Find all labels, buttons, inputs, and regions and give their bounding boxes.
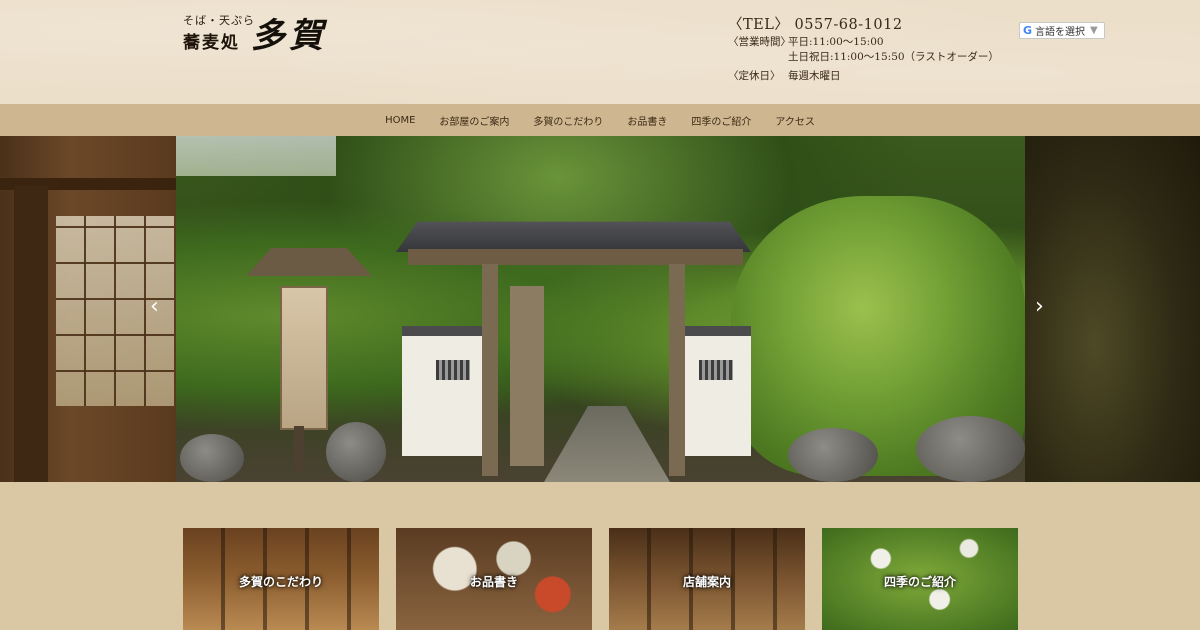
- card-commitment[interactable]: 多賀のこだわり: [183, 528, 379, 630]
- business-hours-weekday: 平日:11:00〜15:00: [788, 36, 884, 48]
- closed-day-value: 毎週木曜日: [788, 70, 841, 82]
- card-label: 四季のご紹介: [883, 574, 956, 589]
- site-header: そば・天ぷら 蕎麦処 多賀 〈TEL〉 0557-68-1012 〈営業時間〉 …: [0, 0, 1200, 104]
- slider-prev-arrow-icon[interactable]: ‹: [150, 296, 159, 318]
- logo-name: 多賀: [251, 16, 327, 56]
- nav-item-access[interactable]: アクセス: [763, 113, 827, 128]
- card-seasons[interactable]: 四季のご紹介: [822, 528, 1018, 630]
- hero-slider: ‹ ›: [0, 136, 1200, 482]
- card-label: 店舗案内: [682, 574, 731, 589]
- slide-image-gate: [176, 136, 1025, 482]
- card-label: お品書き: [469, 574, 518, 589]
- nav-item-seasons[interactable]: 四季のご紹介: [679, 113, 763, 128]
- card-label: 多賀のこだわり: [238, 574, 323, 589]
- next-slide-preview: [1025, 136, 1200, 482]
- main-navigation: HOME お部屋のご案内 多賀のこだわり お品書き 四季のご紹介 アクセス: [0, 104, 1200, 136]
- nav-item-commitment[interactable]: 多賀のこだわり: [521, 113, 615, 128]
- business-hours-label: 〈営業時間〉: [728, 36, 791, 48]
- telephone-number[interactable]: 〈TEL〉 0557-68-1012: [728, 18, 999, 33]
- nav-item-menu[interactable]: お品書き: [615, 113, 679, 128]
- dropdown-arrow-icon: ▼: [1090, 25, 1098, 36]
- feature-cards: 多賀のこだわり お品書き 店舗案内 四季のご紹介: [0, 482, 1200, 630]
- nav-item-rooms[interactable]: お部屋のご案内: [427, 113, 521, 128]
- card-store-info[interactable]: 店舗案内: [609, 528, 805, 630]
- business-hours-row: 〈営業時間〉 平日:11:00〜15:00: [728, 35, 999, 50]
- language-select-label: 言語を選択: [1035, 27, 1086, 38]
- google-icon: G: [1023, 24, 1033, 37]
- contact-info: 〈TEL〉 0557-68-1012 〈営業時間〉 平日:11:00〜15:00…: [728, 18, 999, 84]
- nav-item-home[interactable]: HOME: [373, 115, 427, 126]
- business-hours-weekend: 土日祝日:11:00〜15:50（ラストオーダー）: [788, 51, 999, 63]
- language-select[interactable]: G 言語を選択 ▼: [1019, 22, 1105, 39]
- card-menu[interactable]: お品書き: [396, 528, 592, 630]
- logo-category: 蕎麦処: [183, 33, 240, 53]
- closed-day-label: 〈定休日〉: [728, 70, 781, 82]
- logo-tagline: そば・天ぷら: [183, 14, 255, 27]
- slider-next-arrow-icon[interactable]: ›: [1035, 296, 1044, 318]
- wooden-signboard: [280, 286, 328, 430]
- closed-day-row: 〈定休日〉 毎週木曜日: [728, 69, 999, 84]
